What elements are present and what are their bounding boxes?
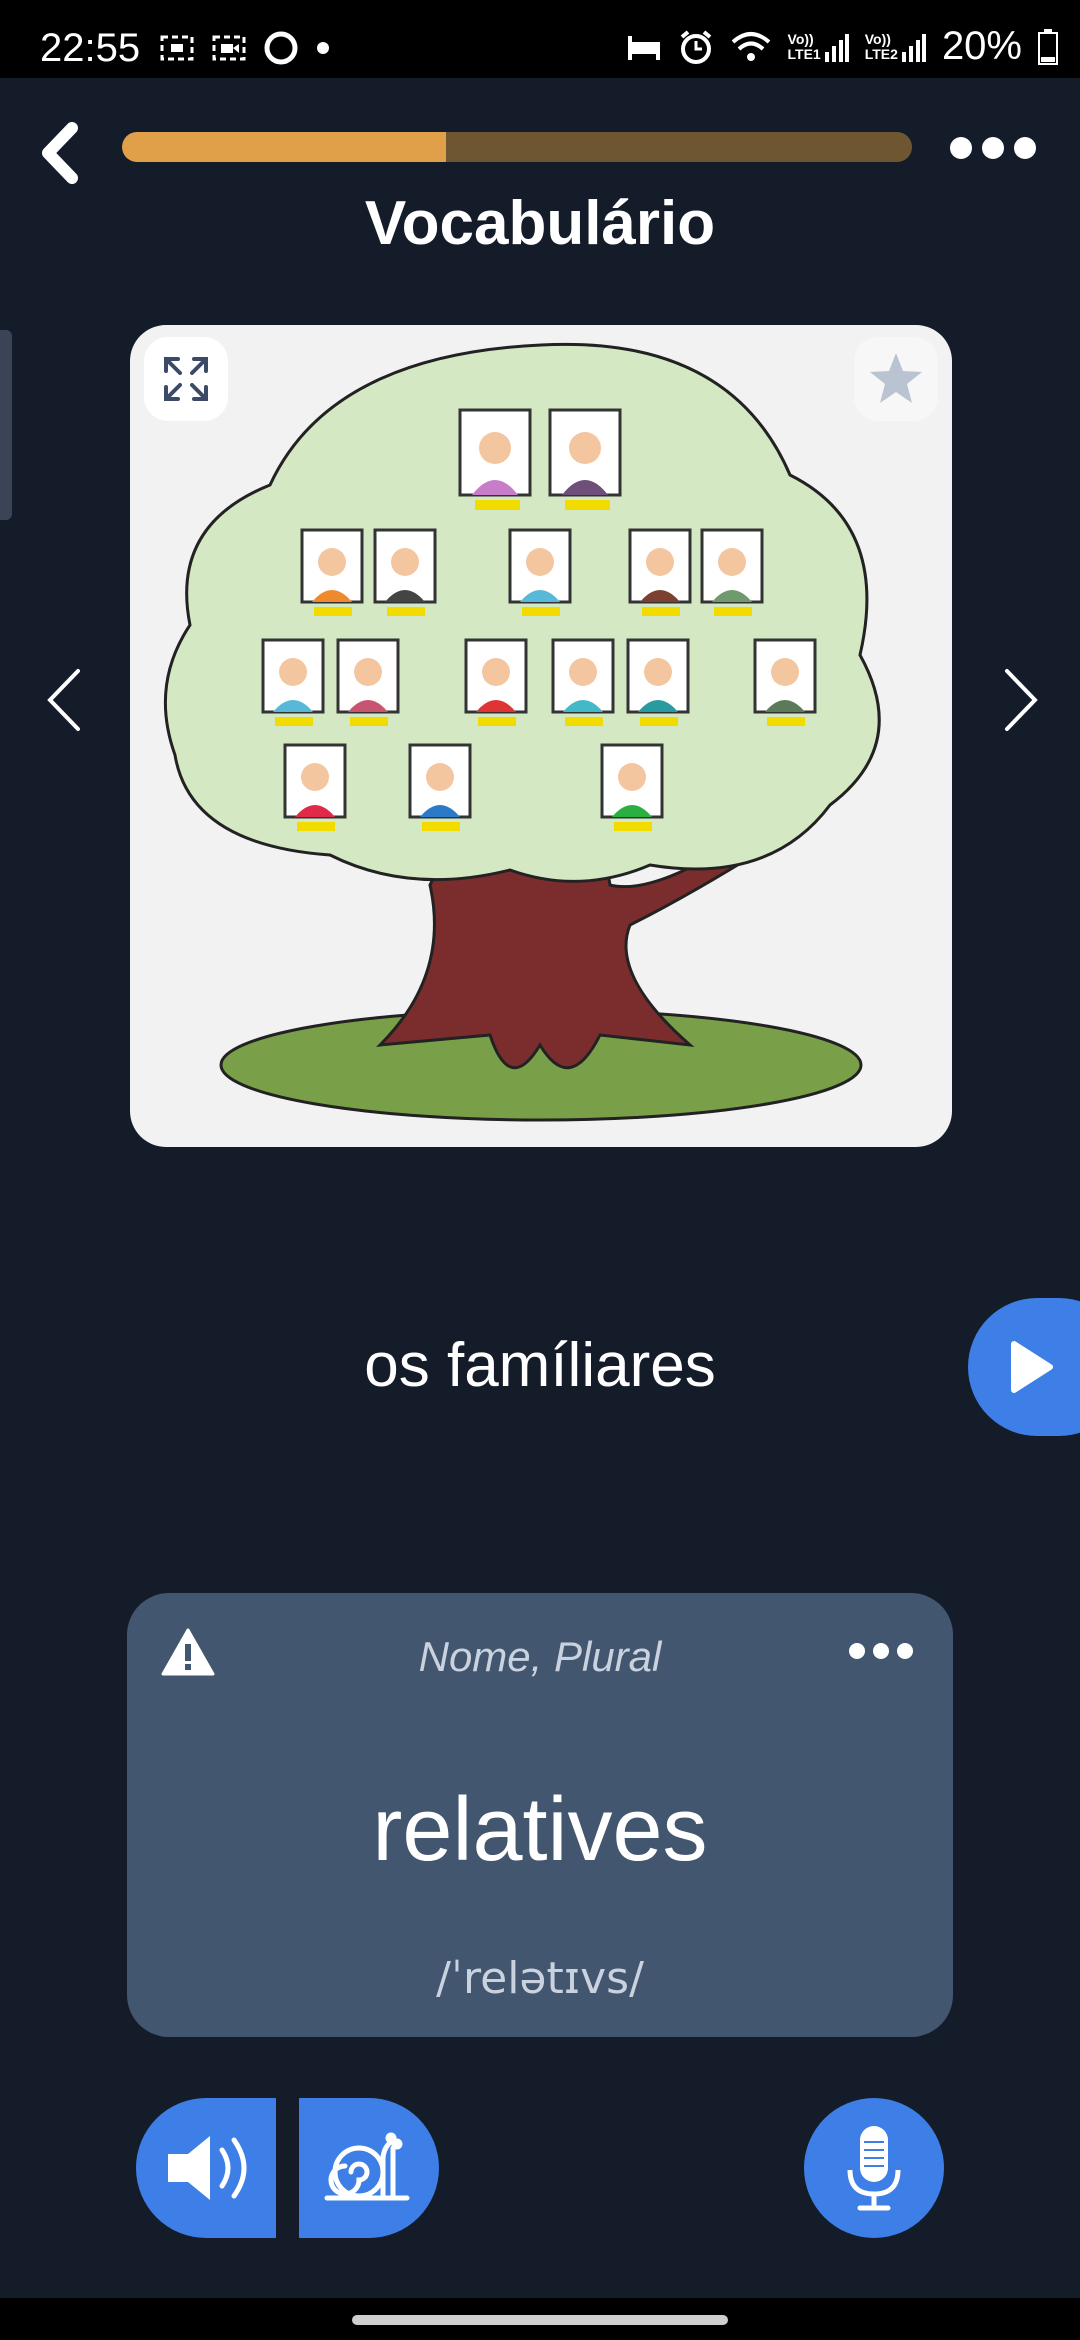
star-icon [870, 353, 922, 403]
previous-arrow-icon[interactable] [40, 665, 90, 735]
status-time: 22:55 [40, 26, 141, 70]
snail-icon [324, 2132, 410, 2201]
play-button[interactable] [968, 1298, 1080, 1436]
lte1-label: LTE1 [787, 45, 821, 62]
page-title: Vocabulário [364, 189, 716, 258]
expand-icon [164, 357, 208, 401]
sleep-icon [627, 35, 660, 60]
back-arrow-icon[interactable] [30, 118, 90, 188]
vocabulary-image-card [130, 325, 952, 1147]
status-right: Vo)) LTE1 Vo)) LTE2 20% [626, 24, 1058, 69]
family-tree-illustration [163, 342, 881, 1122]
screenshot-icon [160, 35, 194, 61]
lesson-progress-fill [122, 132, 446, 162]
lte2-label: LTE2 [864, 45, 898, 62]
alarm-icon [680, 29, 711, 64]
speaker-icon [168, 2136, 247, 2200]
play-audio-button[interactable] [136, 2098, 276, 2238]
edge-icon [264, 31, 298, 65]
source-word: os famíliares [364, 1331, 716, 1400]
screen-record-icon [212, 35, 246, 61]
more-options-button[interactable] [950, 128, 1040, 168]
microphone-icon [847, 2126, 901, 2211]
status-left-icons [160, 28, 330, 68]
microphone-button[interactable] [804, 2098, 944, 2238]
vo-label-1: Vo)) [787, 30, 814, 47]
volte-lte2-signal-icon: Vo)) LTE2 [864, 30, 926, 62]
card-more-options-button[interactable] [849, 1643, 913, 1659]
wifi-icon [731, 31, 770, 61]
volte-lte1-signal-icon: Vo)) LTE1 [787, 30, 849, 62]
side-handle[interactable] [0, 330, 12, 520]
slow-audio-button[interactable] [299, 2098, 439, 2238]
translation-card[interactable]: Nome, Plural relatives /ˈrelətɪvs/ [127, 1593, 953, 2037]
lesson-progress-bar [122, 132, 912, 162]
phonetic-transcription: /ˈrelətɪvs/ [436, 1953, 644, 2004]
next-arrow-icon[interactable] [995, 665, 1045, 735]
status-bar: 22:55 Vo)) LTE1 Vo)) LTE2 20% [0, 0, 1080, 78]
expand-image-button[interactable] [144, 337, 228, 421]
play-icon [1011, 1341, 1053, 1393]
navigation-bar [0, 2298, 1080, 2340]
home-indicator[interactable] [352, 2315, 728, 2325]
translation-word: relatives [372, 1780, 708, 1880]
battery-percent: 20% [941, 24, 1022, 68]
part-of-speech-label: Nome, Plural [418, 1633, 662, 1680]
vo-label-2: Vo)) [864, 30, 891, 47]
favorite-button[interactable] [854, 337, 938, 421]
battery-icon [1038, 28, 1058, 65]
notification-dot-icon [317, 42, 329, 54]
